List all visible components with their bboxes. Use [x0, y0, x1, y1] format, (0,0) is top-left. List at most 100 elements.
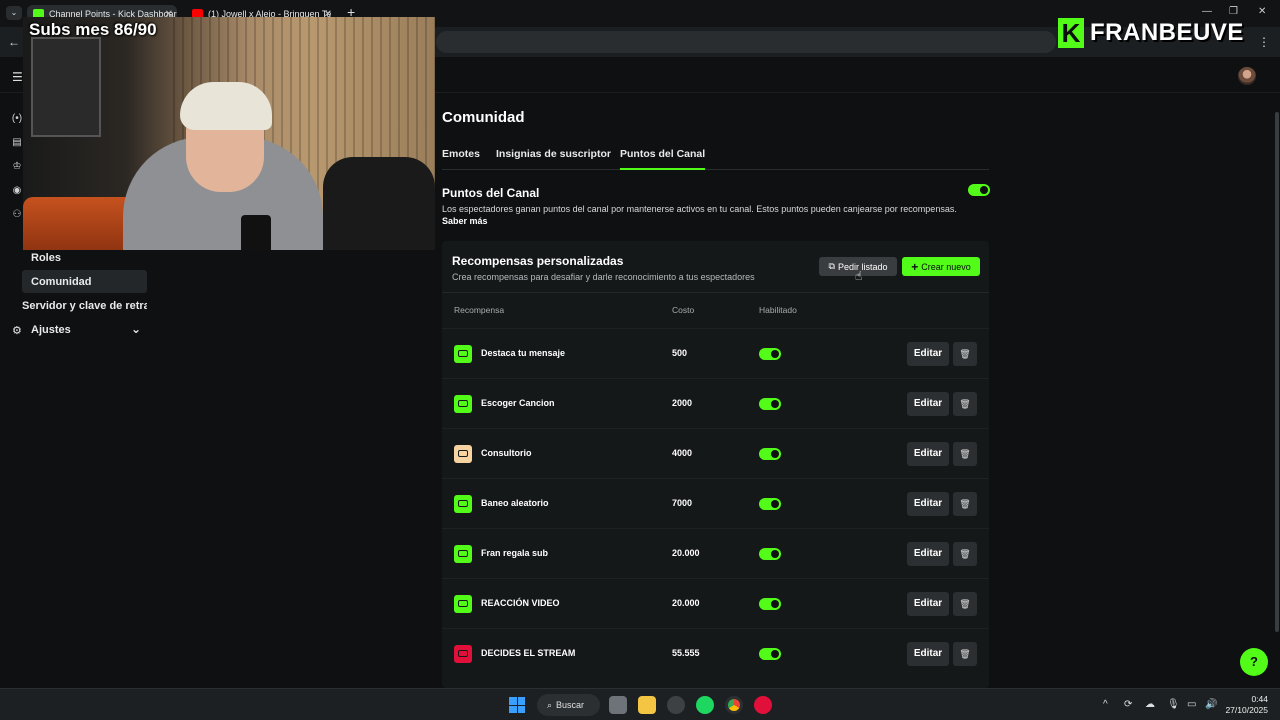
table-row: DECIDES EL STREAM 55.555 Editar 🗑 [442, 628, 989, 678]
table-row: Baneo aleatorio 7000 Editar 🗑 [442, 478, 989, 528]
chevron-down-icon[interactable]: ⌄ [131, 322, 141, 336]
reward-chest-icon [454, 445, 472, 463]
sync-icon[interactable]: ⟳ [1124, 699, 1132, 710]
reward-name: DECIDES EL STREAM [481, 648, 576, 658]
table-row: Fran regala sub 20.000 Editar 🗑 [442, 528, 989, 578]
tab-emotes[interactable]: Emotes [442, 148, 480, 170]
tray-chevron-icon[interactable]: ^ [1103, 699, 1108, 710]
table-row: REACCIÓN VIDEO 20.000 Editar 🗑 [442, 578, 989, 628]
edit-reward-button[interactable]: Editar [907, 642, 949, 666]
taskbar-clock[interactable]: 0:44 27/10/2025 [1222, 694, 1268, 716]
delete-reward-button[interactable]: 🗑 [953, 592, 977, 616]
back-arrow-icon[interactable]: ← [8, 35, 20, 49]
reward-enabled-toggle[interactable] [759, 398, 781, 410]
reward-cost: 20.000 [672, 598, 700, 608]
taskbar-search[interactable]: ⌕ Buscar [537, 694, 600, 716]
reward-enabled-toggle[interactable] [759, 648, 781, 660]
reward-enabled-toggle[interactable] [759, 348, 781, 360]
kick-logo-icon [1058, 18, 1084, 48]
delete-reward-button[interactable]: 🗑 [953, 492, 977, 516]
reward-chest-icon [454, 645, 472, 663]
network-icon[interactable]: ▭ [1187, 699, 1196, 710]
app-icon[interactable] [754, 696, 772, 714]
rewards-panel-title: Recompensas personalizadas [452, 254, 624, 268]
file-explorer-icon[interactable] [638, 696, 656, 714]
reward-cost: 500 [672, 348, 688, 358]
tab-search-button[interactable]: ⌄ [6, 6, 22, 20]
clock-date: 27/10/2025 [1225, 705, 1268, 715]
sidebar-item-ajustes[interactable]: Ajustes [31, 324, 71, 336]
edit-reward-button[interactable]: Editar [907, 442, 949, 466]
reward-name: Consultorio [481, 448, 532, 458]
community-tabs: Emotes Insignias de suscriptor Puntos de… [442, 148, 989, 170]
restore-icon[interactable]: ❐ [1229, 6, 1238, 17]
microphone-icon[interactable]: 🎙 [1167, 699, 1180, 710]
reward-cost: 20.000 [672, 548, 700, 558]
delete-reward-button[interactable]: 🗑 [953, 342, 977, 366]
table-row: Consultorio 4000 Editar 🗑 [442, 428, 989, 478]
table-row: Destaca tu mensaje 500 Editar 🗑 [442, 328, 989, 378]
edit-reward-button[interactable]: Editar [907, 592, 949, 616]
sidebar-item-servidor[interactable]: Servidor y clave de retrans [22, 300, 147, 312]
section-title: Puntos del Canal [442, 186, 540, 200]
close-window-icon[interactable]: ✕ [1258, 6, 1266, 17]
main-content: Comunidad Emotes Insignias de suscriptor… [436, 93, 996, 688]
create-reward-button[interactable]: + Crear nuevo [902, 257, 980, 276]
volume-icon[interactable]: 🔊 [1205, 699, 1217, 710]
plus-icon: + [911, 259, 919, 274]
reward-name: Baneo aleatorio [481, 498, 549, 508]
reward-cost: 55.555 [672, 648, 700, 658]
windows-start-icon[interactable] [509, 697, 525, 713]
delete-reward-button[interactable]: 🗑 [953, 642, 977, 666]
clock-time: 0:44 [1251, 694, 1268, 704]
reward-name: Destaca tu mensaje [481, 348, 566, 358]
reward-chest-icon [454, 395, 472, 413]
rewards-panel: Recompensas personalizadas Crea recompen… [442, 241, 989, 688]
mug [241, 215, 271, 250]
delete-reward-button[interactable]: 🗑 [953, 542, 977, 566]
rewards-panel-description: Crea recompensas para desafiar y darle r… [452, 272, 755, 282]
search-icon: ⌕ [547, 699, 553, 710]
tab-puntos-del-canal[interactable]: Puntos del Canal [620, 148, 706, 170]
reward-name: REACCIÓN VIDEO [481, 598, 560, 608]
reward-enabled-toggle[interactable] [759, 548, 781, 560]
steam-icon[interactable] [667, 696, 685, 714]
search-label: Buscar [556, 700, 585, 710]
section-description: Los espectadores ganan puntos del canal … [442, 204, 957, 214]
sidebar-item-comunidad[interactable]: Comunidad [31, 276, 92, 288]
edit-reward-button[interactable]: Editar [907, 342, 949, 366]
reward-cost: 7000 [672, 498, 693, 508]
delete-reward-button[interactable]: 🗑 [953, 392, 977, 416]
external-link-icon: ⧉ [828, 261, 835, 271]
learn-more-link[interactable]: Saber más [442, 216, 488, 226]
edit-reward-button[interactable]: Editar [907, 392, 949, 416]
reward-chest-icon [454, 345, 472, 363]
spotify-icon[interactable] [696, 696, 714, 714]
page-scrollbar[interactable] [1275, 112, 1279, 632]
edit-reward-button[interactable]: Editar [907, 542, 949, 566]
create-reward-label: Crear nuevo [921, 261, 971, 272]
sidebar-item-roles[interactable]: Roles [31, 252, 61, 264]
reward-name: Escoger Cancion [481, 398, 555, 408]
panel-divider [442, 292, 989, 293]
channel-points-toggle[interactable] [968, 184, 990, 196]
help-chat-button[interactable]: ? [1240, 648, 1268, 676]
address-input[interactable] [436, 31, 1056, 53]
cloud-icon[interactable]: ☁ [1145, 699, 1155, 710]
delete-reward-button[interactable]: 🗑 [953, 442, 977, 466]
hamburger-menu-icon[interactable]: ☰ [12, 70, 23, 84]
edit-reward-button[interactable]: Editar [907, 492, 949, 516]
reward-enabled-toggle[interactable] [759, 448, 781, 460]
tab-insignias[interactable]: Insignias de suscriptor [496, 148, 611, 170]
task-view-icon[interactable] [609, 696, 627, 714]
gaming-chair [323, 157, 435, 250]
reward-chest-icon [454, 495, 472, 513]
chrome-icon[interactable] [725, 696, 743, 714]
reward-enabled-toggle[interactable] [759, 498, 781, 510]
request-list-label: Pedir listado [837, 261, 888, 272]
user-avatar[interactable] [1238, 67, 1256, 85]
minimize-icon[interactable]: — [1202, 6, 1212, 17]
reward-enabled-toggle[interactable] [759, 598, 781, 610]
brand-name: FRANBEUVE [1090, 19, 1244, 46]
browser-menu-icon[interactable]: ⋮ [1258, 35, 1270, 49]
